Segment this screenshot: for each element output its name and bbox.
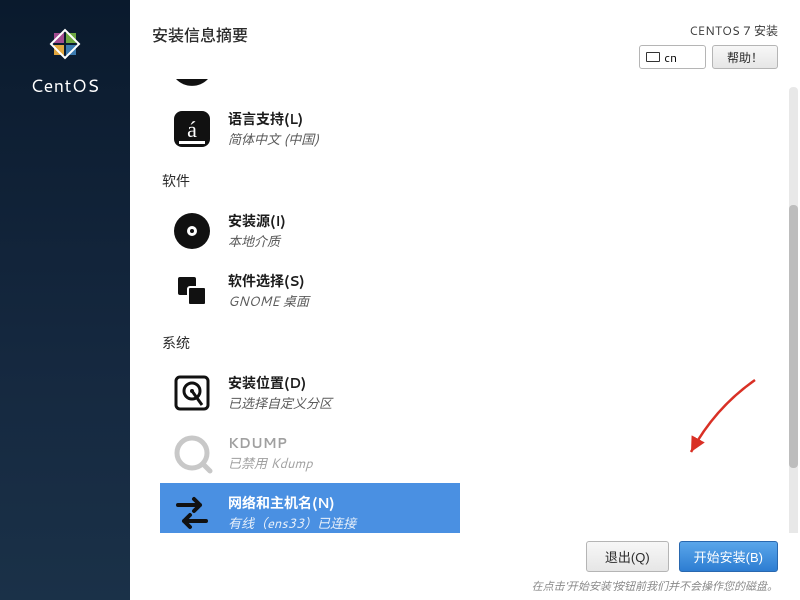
kdump-icon (170, 431, 214, 475)
item-title: 安装源(I) (228, 211, 286, 231)
language-icon: á (170, 107, 214, 151)
harddisk-icon (170, 371, 214, 415)
item-software-selection[interactable]: 软件选择(S) GNOME 桌面 (160, 261, 460, 321)
item-language-support[interactable]: á 语言支持(L) 简体中文 (中国) (160, 99, 460, 159)
keyboard-layout-code: cn (664, 49, 677, 66)
install-label: CENTOS 7 安装 (689, 22, 778, 39)
item-subtitle: 有线（ens33）已连接 (228, 513, 356, 533)
disc-icon (170, 209, 214, 253)
item-subtitle: 已选择自定义分区 (228, 393, 332, 413)
item-install-destination[interactable]: 安装位置(D) 已选择自定义分区 (160, 363, 460, 423)
footer-hint: 在点击'开始安装'按钮前我们并不会操作您的磁盘。 (532, 578, 778, 594)
item-title: KDUMP (228, 433, 313, 453)
item-subtitle: 本地介质 (228, 231, 286, 251)
item-title: 安装位置(D) (228, 373, 332, 393)
item-datetime-partial[interactable] (160, 77, 460, 99)
item-subtitle: 简体中文 (中国) (228, 129, 319, 149)
item-kdump[interactable]: KDUMP 已禁用 Kdump (160, 423, 460, 483)
brand-text: CentOS (30, 72, 99, 98)
item-title: 语言支持(L) (228, 109, 319, 129)
keyboard-icon (646, 52, 660, 62)
svg-text:á: á (187, 117, 197, 142)
help-button[interactable]: 帮助！ (712, 45, 778, 69)
scroll-thumb[interactable] (789, 205, 798, 468)
section-heading-software: 软件 (162, 171, 756, 191)
page-title: 安装信息摘要 (152, 22, 639, 47)
footer: 退出(Q) 开始安装(B) 在点击'开始安装'按钮前我们并不会操作您的磁盘。 (130, 533, 800, 600)
package-icon (170, 269, 214, 313)
item-install-source[interactable]: 安装源(I) 本地介质 (160, 201, 460, 261)
centos-logo-icon (45, 24, 85, 64)
topbar: 安装信息摘要 CENTOS 7 安装 cn 帮助！ (130, 0, 800, 77)
begin-install-button[interactable]: 开始安装(B) (679, 541, 778, 572)
network-icon (170, 491, 214, 535)
clock-icon (170, 79, 214, 95)
section-heading-system: 系统 (162, 333, 756, 353)
item-title: 网络和主机名(N) (228, 493, 356, 513)
keyboard-layout-selector[interactable]: cn (639, 45, 706, 69)
quit-button[interactable]: 退出(Q) (586, 541, 669, 572)
content-area: á 语言支持(L) 简体中文 (中国) 软件 (130, 77, 786, 600)
item-subtitle: 已禁用 Kdump (228, 453, 313, 473)
scrollbar[interactable] (789, 87, 798, 540)
item-subtitle: GNOME 桌面 (228, 291, 309, 311)
item-title: 软件选择(S) (228, 271, 309, 291)
sidebar: CentOS (0, 0, 130, 600)
